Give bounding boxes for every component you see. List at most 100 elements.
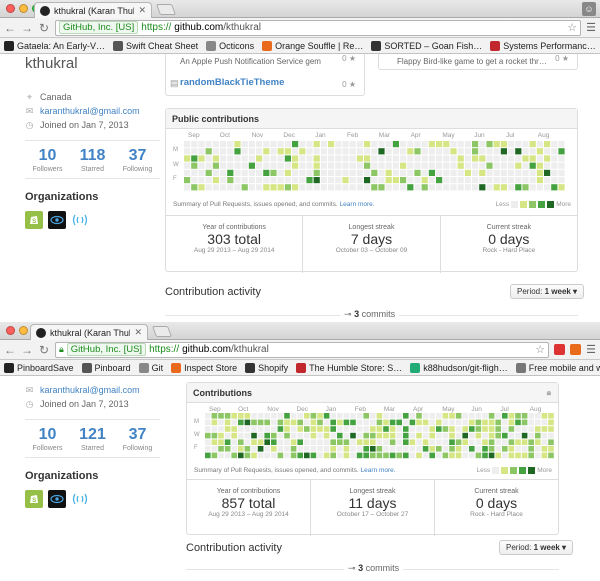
calendar-day[interactable] xyxy=(212,141,219,148)
calendar-day[interactable] xyxy=(469,413,475,419)
calendar-day[interactable] xyxy=(364,148,371,155)
calendar-day[interactable] xyxy=(277,413,284,419)
calendar-day[interactable] xyxy=(292,177,299,184)
calendar-day[interactable] xyxy=(392,169,399,176)
calendar-day[interactable] xyxy=(304,419,310,426)
calendar-day[interactable] xyxy=(469,446,475,452)
calendar-day[interactable] xyxy=(502,446,508,452)
calendar-day[interactable] xyxy=(536,169,543,176)
calendar-day[interactable] xyxy=(335,155,342,162)
calendar-day[interactable] xyxy=(356,432,363,439)
calendar-day[interactable] xyxy=(205,439,211,445)
calendar-day[interactable] xyxy=(407,169,414,176)
calendar-day[interactable] xyxy=(400,162,407,169)
calendar-day[interactable] xyxy=(462,432,468,439)
eye-org-icon[interactable] xyxy=(48,211,66,229)
calendar-day[interactable] xyxy=(436,413,442,419)
calendar-day[interactable] xyxy=(244,419,251,426)
calendar-day[interactable] xyxy=(479,169,486,176)
calendar-day[interactable] xyxy=(383,439,389,445)
calendar-day[interactable] xyxy=(211,432,218,439)
calendar-day[interactable] xyxy=(443,155,450,162)
calendar-day[interactable] xyxy=(349,148,356,155)
calendar-day[interactable] xyxy=(488,452,495,459)
calendar-day[interactable] xyxy=(257,439,264,445)
calendar-day[interactable] xyxy=(472,155,479,162)
calendar-day[interactable] xyxy=(205,141,212,148)
calendar-day[interactable] xyxy=(205,452,211,459)
calendar-day[interactable] xyxy=(407,141,414,148)
calendar-day[interactable] xyxy=(486,184,493,191)
calendar-day[interactable] xyxy=(376,452,383,459)
calendar-day[interactable] xyxy=(350,446,356,452)
calendar-day[interactable] xyxy=(356,162,363,169)
calendar-day[interactable] xyxy=(486,177,493,184)
calendar-day[interactable] xyxy=(356,155,363,162)
calendar-day[interactable] xyxy=(220,177,227,184)
calendar-day[interactable] xyxy=(284,148,291,155)
calendar-day[interactable] xyxy=(376,419,383,426)
calendar-day[interactable] xyxy=(342,169,349,176)
calendar-day[interactable] xyxy=(409,426,416,432)
calendar-day[interactable] xyxy=(536,148,543,155)
calendar-day[interactable] xyxy=(241,177,248,184)
calendar-day[interactable] xyxy=(371,155,378,162)
calendar-day[interactable] xyxy=(428,177,435,184)
calendar-day[interactable] xyxy=(328,155,335,162)
calendar-day[interactable] xyxy=(241,184,248,191)
calendar-day[interactable] xyxy=(263,141,270,148)
calendar-day[interactable] xyxy=(392,155,399,162)
calendar-day[interactable] xyxy=(392,141,399,148)
calendar-day[interactable] xyxy=(284,155,291,162)
email-link[interactable]: karanthukral@gmail.com xyxy=(40,385,140,395)
calendar-day[interactable] xyxy=(536,177,543,184)
calendar-day[interactable] xyxy=(356,426,363,432)
calendar-day[interactable] xyxy=(541,419,548,426)
calendar-day[interactable] xyxy=(449,413,455,419)
calendar-day[interactable] xyxy=(292,169,299,176)
calendar-day[interactable] xyxy=(292,141,299,148)
calendar-day[interactable] xyxy=(522,155,529,162)
calendar-day[interactable] xyxy=(299,177,306,184)
calendar-day[interactable] xyxy=(378,148,385,155)
calendar-day[interactable] xyxy=(220,148,227,155)
calendar-day[interactable] xyxy=(392,184,399,191)
calendar-day[interactable] xyxy=(403,426,409,432)
calendar-day[interactable] xyxy=(205,426,211,432)
calendar-day[interactable] xyxy=(409,452,416,459)
calendar-day[interactable] xyxy=(378,155,385,162)
calendar-day[interactable] xyxy=(400,184,407,191)
calendar-day[interactable] xyxy=(429,439,435,445)
calendar-day[interactable] xyxy=(488,446,495,452)
calendar-day[interactable] xyxy=(508,426,515,432)
calendar-day[interactable] xyxy=(508,162,515,169)
calendar-day[interactable] xyxy=(299,148,306,155)
calendar-day[interactable] xyxy=(220,169,227,176)
calendar-day[interactable] xyxy=(284,432,290,439)
calendar-day[interactable] xyxy=(495,426,501,432)
calendar-day[interactable] xyxy=(389,432,396,439)
back-icon[interactable]: ← xyxy=(4,21,16,35)
wifi-org-icon[interactable] xyxy=(71,490,89,508)
calendar-day[interactable] xyxy=(264,439,270,445)
calendar-day[interactable] xyxy=(323,426,330,432)
calendar-day[interactable] xyxy=(290,432,297,439)
calendar-day[interactable] xyxy=(551,177,558,184)
stat-followers[interactable]: 10 Followers xyxy=(25,420,70,457)
calendar-day[interactable] xyxy=(508,155,515,162)
calendar-day[interactable] xyxy=(508,148,515,155)
close-window-button[interactable] xyxy=(6,326,15,335)
calendar-day[interactable] xyxy=(436,141,443,148)
calendar-day[interactable] xyxy=(184,148,191,155)
calendar-day[interactable] xyxy=(264,446,270,452)
calendar-day[interactable] xyxy=(256,155,263,162)
calendar-day[interactable] xyxy=(475,426,482,432)
calendar-day[interactable] xyxy=(241,169,248,176)
calendar-day[interactable] xyxy=(385,141,392,148)
calendar-day[interactable] xyxy=(515,148,522,155)
calendar-day[interactable] xyxy=(349,155,356,162)
calendar-day[interactable] xyxy=(409,432,416,439)
calendar-day[interactable] xyxy=(317,446,323,452)
calendar-day[interactable] xyxy=(383,426,389,432)
bookmark-item[interactable]: Shopify xyxy=(245,362,288,373)
